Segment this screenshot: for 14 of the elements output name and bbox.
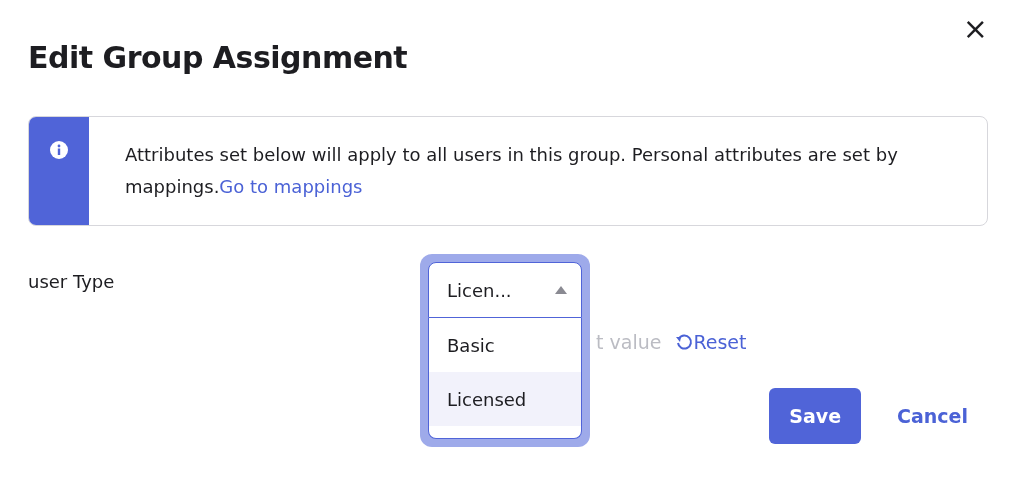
info-icon — [50, 141, 68, 159]
field-label: user Type — [28, 270, 115, 294]
cancel-button[interactable]: Cancel — [897, 401, 968, 431]
select-field[interactable]: Licen... — [428, 262, 582, 318]
hint-text: t value — [596, 330, 662, 355]
dropdown-option[interactable]: Licensed — [429, 372, 581, 426]
dialog-title: Edit Group Assignment — [28, 40, 409, 76]
reset-link[interactable]: Reset — [675, 328, 747, 357]
caret-up-icon — [555, 286, 567, 294]
info-message: Attributes set below will apply to all users in this group. Personal attributes are set by mappings.Go to mappings — [124, 143, 899, 199]
save-button[interactable]: Save — [769, 388, 862, 444]
reset-icon — [675, 333, 694, 352]
close-button[interactable]: × — [962, 14, 988, 44]
mappings-link[interactable]: Go to mappings — [219, 175, 363, 197]
